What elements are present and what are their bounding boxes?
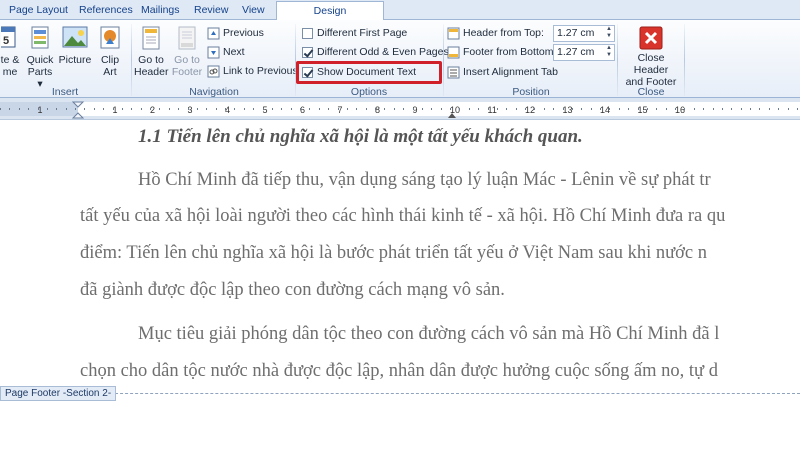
go-to-footer-icon [178,26,196,50]
insert-alignment-tab-label: Insert Alignment Tab [463,66,558,78]
paragraph-2-line-1: Mục tiêu giải phóng dân tộc theo con đườ… [138,324,720,344]
spin-arrows-icon[interactable]: ▲ ▼ [604,26,614,41]
link-icon [207,65,220,78]
document-page[interactable]: 1.1 Tiến lên chủ nghĩa xã hội là một tất… [0,120,800,450]
go-to-footer-label-2: Footer [171,66,203,78]
calendar-icon: 5 [1,26,16,48]
header-from-top-input[interactable]: 1.27 cm ▲ ▼ [553,25,615,42]
next-label: Next [223,46,245,58]
link-to-previous-button[interactable]: Link to Previous [207,63,298,80]
clip-art-label-1: Clip [100,54,120,66]
go-to-header-icon [142,26,160,50]
go-to-footer-label-1: Go to [174,54,200,66]
previous-label: Previous [223,27,264,39]
footer-from-bottom-input[interactable]: 1.27 cm ▲ ▼ [553,44,615,61]
header-position-icon [447,27,460,40]
date-time-label-1: te & [0,54,20,66]
alignment-tab-icon [447,66,460,79]
different-first-page-checkbox[interactable]: Different First Page [302,25,407,42]
paragraph-2-line-2: chọn cho dân tộc nước nhà được độc lập, … [80,361,718,381]
picture-icon [62,26,88,48]
next-section-icon [207,46,220,59]
quick-parts-button[interactable]: Quick Parts ▾ [24,24,56,90]
tab-design[interactable]: Design [276,1,384,21]
footer-boundary-line [100,393,800,394]
section-heading: 1.1 Tiến lên chủ nghĩa xã hội là một tất… [138,126,583,147]
group-separator [617,24,618,96]
tab-mailings[interactable]: Mailings [138,3,183,20]
tab-review[interactable]: Review [191,3,231,20]
ruler-number: 16 [675,105,685,115]
date-time-label-2: me [2,66,18,78]
highlight-box [296,61,442,84]
page-footer-tag[interactable]: Page Footer -Section 2- [0,386,117,401]
insert-alignment-tab-button[interactable]: Insert Alignment Tab [447,64,558,81]
footer-from-bottom-value: 1.27 cm [557,46,595,58]
next-button[interactable]: Next [207,44,245,61]
ruler-number: 15 [638,105,648,115]
go-to-header-label-1: Go to [138,54,164,66]
header-from-top-label-row: Header from Top: [447,25,544,42]
ruler-number: 14 [600,105,610,115]
ribbon: 5 te & me Quick Parts ▾ Picture Clip Art… [0,20,800,98]
header-from-top-label: Header from Top: [463,27,544,39]
ruler-scale: 1 1 2 3 4 5 6 7 8 9 10 11 12 13 14 15 16 [0,101,800,119]
go-to-footer-button[interactable]: Go to Footer [170,24,204,78]
svg-text:5: 5 [3,35,9,47]
tab-view[interactable]: View [239,3,268,20]
close-header-footer-label-1: Close Header [633,52,669,76]
quick-parts-icon [31,26,49,49]
previous-section-icon [207,27,220,40]
group-separator [131,24,132,96]
ruler-page-area [78,102,800,116]
different-odd-even-checkbox[interactable]: Different Odd & Even Pages [302,44,449,61]
paragraph-1-line-2: tất yếu của xã hội loài người theo các h… [80,206,726,226]
header-from-top-value: 1.27 cm [557,27,595,39]
paragraph-1-line-3: điểm: Tiến lên chủ nghĩa xã hội là bước … [80,243,707,263]
ruler-number: 10 [450,105,460,115]
group-label-position: Position [512,86,550,98]
paragraph-1-line-4: đã giành được độc lập theo con đường các… [80,280,505,300]
ruler-number: 12 [525,105,535,115]
tab-page-layout[interactable]: Page Layout [6,3,71,20]
horizontal-ruler[interactable]: 1 1 2 3 4 5 6 7 8 9 10 11 12 13 14 15 16 [0,98,800,120]
different-odd-even-label: Different Odd & Even Pages [317,46,449,58]
clip-art-button[interactable]: Clip Art [96,24,124,78]
clip-art-label-2: Art [103,66,117,78]
picture-label: Picture [58,54,92,66]
group-separator [443,24,444,96]
group-label-insert: Insert [51,86,79,98]
different-odd-even-check[interactable] [302,46,313,58]
paragraph-1-line-1: Hồ Chí Minh đã tiếp thu, vận dụng sáng t… [138,170,711,190]
spin-arrows-icon[interactable]: ▲ ▼ [604,45,614,60]
picture-button[interactable]: Picture [58,24,92,66]
footer-from-bottom-label-row: Footer from Bottom: [447,44,556,61]
go-to-header-button[interactable]: Go to Header [134,24,168,78]
different-first-page-label: Different First Page [317,27,408,39]
footer-from-bottom-label: Footer from Bottom: [463,46,557,58]
ribbon-tab-bar: Page Layout References Mailings Review V… [0,0,800,21]
tab-references[interactable]: References [76,3,136,20]
ruler-number: 13 [563,105,573,115]
close-header-footer-button[interactable]: Close Header and Footer [620,26,682,88]
different-first-page-check[interactable] [302,27,313,39]
close-icon [639,26,663,50]
group-label-navigation: Navigation [189,86,239,98]
clip-art-icon [100,26,120,49]
group-separator [684,24,685,96]
footer-position-icon [447,46,460,59]
group-label-close: Close [637,86,665,98]
link-to-previous-label: Link to Previous [223,65,298,77]
date-time-button[interactable]: 5 te & me [0,24,20,78]
quick-parts-label-1: Quick [26,54,54,66]
go-to-header-label-2: Header [134,66,169,78]
previous-button[interactable]: Previous [207,25,264,42]
group-label-options: Options [350,86,388,98]
